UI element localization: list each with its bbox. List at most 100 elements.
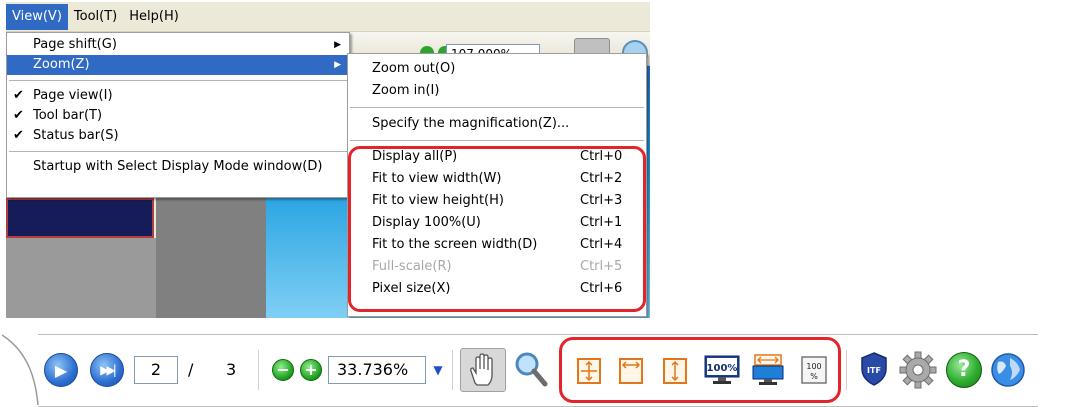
menu-item-label: Pixel size(X) xyxy=(372,281,451,296)
fit-all-icon xyxy=(577,358,601,384)
menu-item-label: Display 100%(U) xyxy=(372,215,481,230)
menu-shortcut: Ctrl+5 xyxy=(580,259,623,274)
zoom-percentage-field[interactable]: 33.736% xyxy=(328,356,426,384)
menu-item-fit-view-height[interactable]: Fit to view height(H) Ctrl+3 xyxy=(348,190,646,212)
menu-separator xyxy=(9,151,347,152)
checkmark-icon: ✔ xyxy=(13,88,24,103)
toolbar-divider xyxy=(452,350,454,390)
icon-100-top: 100 xyxy=(806,362,821,371)
menu-item-label: Page view(I) xyxy=(33,88,113,103)
menu-separator xyxy=(350,140,644,141)
menu-item-label: Full-scale(R) xyxy=(372,259,452,274)
fast-forward-button[interactable]: ▶▶| xyxy=(90,353,124,387)
icon-100-label: 100% xyxy=(707,363,738,374)
menu-item-label: Fit to the screen width(D) xyxy=(372,237,538,252)
toolbar-divider xyxy=(258,350,260,390)
menu-item-label: Page shift(G) xyxy=(33,37,117,52)
menu-item-label: Zoom(Z) xyxy=(33,57,90,72)
checkmark-icon: ✔ xyxy=(13,108,24,123)
fit-height-button[interactable] xyxy=(660,356,690,386)
scale-100-icon: 100 % xyxy=(801,356,827,384)
icon-100-bottom: % xyxy=(810,372,818,381)
menu-separator xyxy=(350,107,644,108)
menu-bar: View(V) Tool(T) Help(H) xyxy=(6,2,650,32)
magnifier-icon xyxy=(515,352,548,387)
checkmark-icon: ✔ xyxy=(13,128,24,143)
menu-item-fit-view-width[interactable]: Fit to view width(W) Ctrl+2 xyxy=(348,168,646,190)
current-page-input[interactable]: 2 xyxy=(134,356,178,384)
toolbar-top-border xyxy=(38,334,1038,335)
info-button[interactable]: ITF xyxy=(860,351,888,387)
menu-item-label: Fit to view width(W) xyxy=(372,171,502,186)
toolbar-divider xyxy=(846,350,848,390)
fit-width-button[interactable] xyxy=(616,356,646,386)
zoom-in-button[interactable]: + xyxy=(300,359,322,381)
menu-item-label: Fit to view height(H) xyxy=(372,193,504,208)
submenu-arrow-icon: ▶ xyxy=(334,40,341,50)
menu-item-status-bar[interactable]: ✔ Status bar(S) xyxy=(7,126,349,146)
menu-item-label: Zoom out(O) xyxy=(372,61,456,76)
monitor-fit-width-icon xyxy=(752,354,784,385)
display-all-button[interactable] xyxy=(574,356,604,386)
menu-item-zoom[interactable]: Zoom(Z) ▶ xyxy=(7,55,349,75)
play-next-button[interactable]: ▶ xyxy=(44,353,78,387)
help-button[interactable]: ? xyxy=(946,352,982,388)
menu-item-page-shift[interactable]: Page shift(G) ▶ xyxy=(7,35,349,55)
menu-view[interactable]: View(V) xyxy=(6,3,68,30)
total-pages: 3 xyxy=(226,360,237,379)
menu-item-label: Tool bar(T) xyxy=(33,108,103,123)
zoom-dropdown-arrow-icon[interactable]: ▼ xyxy=(428,356,448,384)
view-dropdown-menu: Page shift(G) ▶ Zoom(Z) ▶ ✔ Page view(I)… xyxy=(6,32,350,198)
fit-screen-width-button[interactable] xyxy=(752,353,784,387)
menu-item-zoom-out[interactable]: Zoom out(O) xyxy=(348,58,646,80)
full-scale-button[interactable]: 100 % xyxy=(800,355,828,385)
menu-item-display-100[interactable]: Display 100%(U) Ctrl+1 xyxy=(348,212,646,234)
fit-width-icon xyxy=(619,358,643,384)
menu-item-label: Display all(P) xyxy=(372,149,458,164)
menu-item-label: Startup with Select Display Mode window(… xyxy=(33,159,323,174)
zoom-out-button[interactable]: − xyxy=(272,359,294,381)
monitor-100-icon: 100% xyxy=(704,355,740,384)
zoom-submenu: Zoom out(O) Zoom in(I) Specify the magni… xyxy=(347,53,647,317)
hand-tool-button[interactable] xyxy=(460,348,506,392)
menu-tool[interactable]: Tool(T) xyxy=(68,4,123,30)
shield-icon: ITF xyxy=(861,352,887,386)
menu-item-fit-screen-width[interactable]: Fit to the screen width(D) Ctrl+4 xyxy=(348,234,646,256)
page-thumbnail xyxy=(6,198,154,238)
document-gutter-left xyxy=(6,238,156,318)
page-separator: / xyxy=(188,360,194,379)
settings-button[interactable] xyxy=(898,350,938,390)
menu-shortcut: Ctrl+0 xyxy=(580,149,623,164)
menu-item-specify-magnification[interactable]: Specify the magnification(Z)... xyxy=(348,113,646,135)
play-icon: ▶ xyxy=(54,360,68,380)
question-mark-icon: ? xyxy=(957,357,971,382)
menu-shortcut: Ctrl+2 xyxy=(580,171,623,186)
hand-icon xyxy=(470,353,493,386)
shield-label: ITF xyxy=(867,366,881,375)
fast-forward-icon: ▶▶| xyxy=(100,363,116,377)
menu-help[interactable]: Help(H) xyxy=(123,4,185,30)
app-window-screenshot: 107.000% View(V) Tool(T) Help(H) Page sh… xyxy=(6,2,650,318)
menu-item-zoom-in[interactable]: Zoom in(I) xyxy=(348,80,646,102)
menu-item-page-view[interactable]: ✔ Page view(I) xyxy=(7,86,349,106)
menu-shortcut: Ctrl+1 xyxy=(580,215,623,230)
menu-item-label: Specify the magnification(Z)... xyxy=(372,116,570,131)
menu-item-label: Status bar(S) xyxy=(33,128,119,143)
menu-shortcut: Ctrl+6 xyxy=(580,281,623,296)
web-button[interactable] xyxy=(990,352,1026,388)
magnifier-button[interactable] xyxy=(514,351,548,387)
submenu-arrow-icon: ▶ xyxy=(334,60,341,70)
menu-shortcut: Ctrl+3 xyxy=(580,193,623,208)
menu-item-tool-bar[interactable]: ✔ Tool bar(T) xyxy=(7,106,349,126)
minus-icon: − xyxy=(276,360,290,379)
menu-item-startup-display-mode[interactable]: Startup with Select Display Mode window(… xyxy=(7,157,349,177)
toolbar-strip: ▶ ▶▶| 2 / 3 − + 33.736% ▼ 100% 100 % ITF… xyxy=(0,333,1075,407)
menu-item-full-scale: Full-scale(R) Ctrl+5 xyxy=(348,256,646,278)
menu-item-display-all[interactable]: Display all(P) Ctrl+0 xyxy=(348,146,646,168)
display-100-button[interactable]: 100% xyxy=(704,355,740,385)
menu-separator xyxy=(9,80,347,81)
menu-item-pixel-size[interactable]: Pixel size(X) Ctrl+6 xyxy=(348,278,646,300)
fit-height-icon xyxy=(663,358,687,384)
gear-icon xyxy=(899,351,937,389)
plus-icon: + xyxy=(304,360,318,379)
